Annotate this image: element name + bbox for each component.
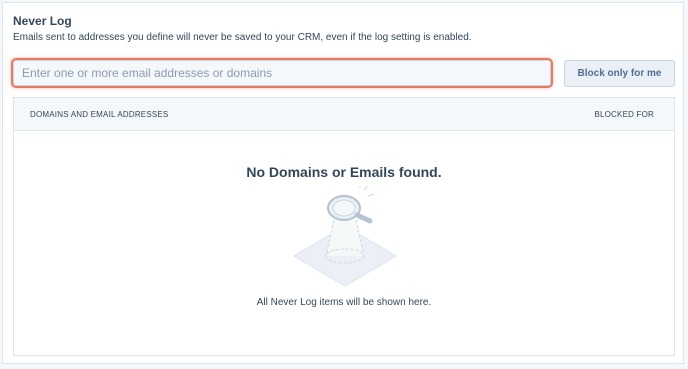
empty-state-title: No Domains or Emails found. — [246, 164, 442, 180]
section-title: Never Log — [13, 14, 72, 28]
column-header-blocked-for[interactable]: BLOCKED FOR — [594, 110, 654, 119]
blocked-list-table: DOMAINS AND EMAIL ADDRESSES BLOCKED FOR … — [13, 97, 675, 356]
empty-state-note: All Never Log items will be shown here. — [256, 297, 432, 308]
magnifying-glass-spotlight-icon — [293, 186, 397, 287]
section-description: Emails sent to addresses you define will… — [13, 32, 472, 43]
never-log-panel: Never Log Emails sent to addresses you d… — [2, 2, 684, 364]
column-header-domains[interactable]: DOMAINS AND EMAIL ADDRESSES — [30, 110, 168, 119]
block-only-for-me-button[interactable]: Block only for me — [564, 60, 675, 87]
table-header: DOMAINS AND EMAIL ADDRESSES BLOCKED FOR — [14, 98, 674, 131]
email-domain-input[interactable] — [13, 60, 551, 86]
